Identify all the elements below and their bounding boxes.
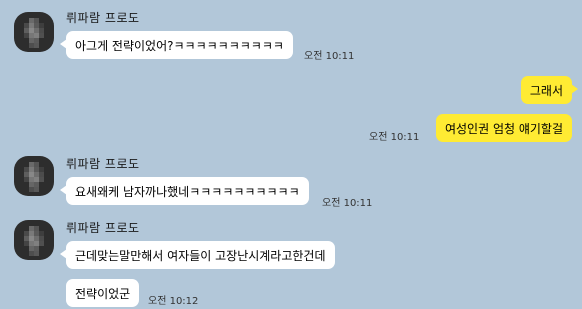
sender-name: 뤼파람 프로도 bbox=[66, 11, 140, 25]
profile-image-icon bbox=[24, 18, 44, 48]
message-bubble[interactable]: 전략이었군 bbox=[66, 279, 140, 307]
avatar[interactable] bbox=[14, 220, 54, 260]
profile-image-icon bbox=[24, 226, 44, 256]
message-bubble[interactable]: 아그게 전략이었어?ㅋㅋㅋㅋㅋㅋㅋㅋㅋㅋ bbox=[60, 31, 293, 59]
profile-image-icon bbox=[24, 162, 44, 192]
message-bubble[interactable]: 요새왜케 남자까나했네ㅋㅋㅋㅋㅋㅋㅋㅋㅋㅋ bbox=[60, 177, 309, 205]
message-bubble[interactable]: 근데맞는말만해서 여자들이 고장난시계라고한건데 bbox=[60, 241, 335, 269]
message-bubble[interactable]: 여성인권 엄청 얘기할걸 bbox=[435, 114, 572, 142]
sender-name: 뤼파람 프로도 bbox=[66, 221, 140, 235]
avatar[interactable] bbox=[14, 156, 54, 196]
avatar[interactable] bbox=[14, 12, 54, 52]
message-time: 오전 10:11 bbox=[304, 51, 355, 62]
message-time: 오전 10:11 bbox=[369, 132, 420, 143]
message-time: 오전 10:11 bbox=[322, 198, 373, 209]
message-time: 오전 10:12 bbox=[148, 296, 199, 307]
message-bubble[interactable]: 그래서 bbox=[520, 76, 579, 104]
sender-name: 뤼파람 프로도 bbox=[66, 157, 140, 171]
